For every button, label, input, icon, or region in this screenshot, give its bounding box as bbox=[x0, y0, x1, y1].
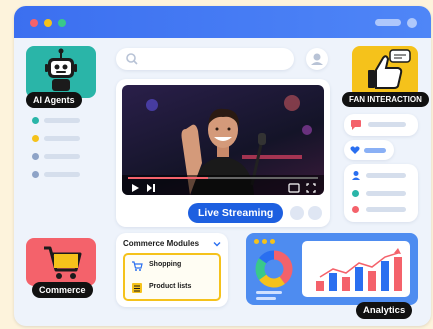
list-bullet bbox=[32, 117, 39, 124]
chart-bar bbox=[329, 273, 337, 291]
analytics-label: Analytics bbox=[356, 302, 413, 319]
chat-bubble-icon bbox=[351, 120, 361, 130]
title-bar bbox=[14, 6, 431, 38]
product-list-icon bbox=[132, 283, 142, 293]
fans-list-card bbox=[344, 164, 418, 222]
titlebar-pill bbox=[375, 19, 401, 26]
module-item-product-lists[interactable]: Product lists bbox=[149, 283, 191, 290]
robot-icon bbox=[45, 48, 77, 91]
video-player[interactable] bbox=[122, 85, 324, 195]
fan-bullet bbox=[352, 190, 359, 197]
progress-track[interactable] bbox=[128, 177, 318, 179]
commerce-tile[interactable] bbox=[26, 238, 96, 286]
legend-bar bbox=[256, 291, 282, 294]
captions-icon[interactable] bbox=[288, 183, 300, 193]
shopping-cart-icon bbox=[44, 246, 82, 279]
list-bar bbox=[44, 172, 80, 177]
bar-chart bbox=[316, 248, 402, 291]
fan-bar bbox=[366, 207, 406, 212]
search-icon bbox=[126, 53, 138, 65]
profile-button[interactable] bbox=[306, 48, 328, 70]
reaction-bar bbox=[364, 148, 386, 153]
donut-slice bbox=[259, 250, 275, 264]
chart-bar bbox=[368, 271, 376, 291]
fan-bar bbox=[366, 191, 406, 196]
list-bullet bbox=[32, 135, 39, 142]
donut-chart bbox=[255, 250, 293, 288]
shopping-icon bbox=[132, 261, 143, 271]
bar-chart-card bbox=[302, 241, 410, 297]
donut-slice bbox=[255, 258, 267, 280]
fullscreen-icon[interactable] bbox=[306, 183, 316, 193]
close-dot[interactable] bbox=[30, 19, 38, 27]
chart-bar bbox=[342, 277, 350, 291]
donut-slice bbox=[273, 250, 293, 284]
fan-bullet bbox=[352, 206, 359, 213]
play-icon[interactable] bbox=[130, 183, 140, 193]
chat-card[interactable] bbox=[344, 114, 418, 136]
commerce-label: Commerce bbox=[32, 282, 93, 298]
list-bar bbox=[44, 136, 80, 141]
maximize-dot[interactable] bbox=[58, 19, 66, 27]
reaction-card[interactable] bbox=[344, 140, 394, 160]
donut-slice bbox=[259, 274, 285, 288]
commerce-modules-title: Commerce Modules bbox=[123, 239, 200, 248]
next-control[interactable] bbox=[308, 206, 322, 220]
panel-dot bbox=[262, 239, 267, 244]
list-bullet bbox=[32, 171, 39, 178]
heart-icon bbox=[350, 146, 360, 154]
live-streaming-button[interactable]: Live Streaming bbox=[188, 203, 284, 223]
chevron-down-icon[interactable] bbox=[213, 240, 221, 248]
trend-arrow bbox=[394, 248, 401, 254]
chart-bar bbox=[316, 281, 324, 291]
ai-agents-tile[interactable] bbox=[26, 46, 96, 98]
video-controls bbox=[122, 175, 324, 195]
thumbs-up-icon bbox=[368, 49, 411, 89]
chart-bar bbox=[355, 267, 363, 291]
commerce-modules-list: Shopping Product lists bbox=[123, 253, 221, 301]
fan-interaction-label: FAN INTERACTION bbox=[342, 92, 429, 107]
legend-bar bbox=[256, 297, 276, 300]
chart-bar bbox=[381, 261, 389, 291]
fan-interaction-tile[interactable] bbox=[352, 46, 418, 98]
titlebar-circle[interactable] bbox=[407, 18, 417, 28]
video-card: Live Streaming bbox=[116, 79, 330, 227]
module-item-shopping[interactable]: Shopping bbox=[149, 261, 181, 268]
skip-next-icon[interactable] bbox=[146, 183, 156, 193]
panel-dot bbox=[270, 239, 275, 244]
panel-dot bbox=[254, 239, 259, 244]
analytics-panel[interactable] bbox=[246, 233, 418, 305]
app-window: AI Agents Live Streaming FAN INTERACTION… bbox=[14, 6, 431, 326]
user-icon bbox=[352, 171, 360, 180]
progress-fill bbox=[128, 177, 208, 179]
list-bar bbox=[44, 118, 80, 123]
chat-bar bbox=[368, 122, 406, 127]
user-icon bbox=[311, 53, 323, 65]
commerce-modules-card: Commerce Modules Shopping Product lists bbox=[116, 233, 228, 307]
fan-bar bbox=[366, 173, 406, 178]
list-bar bbox=[44, 154, 80, 159]
search-bar[interactable] bbox=[116, 48, 294, 70]
list-bullet bbox=[32, 153, 39, 160]
prev-control[interactable] bbox=[290, 206, 304, 220]
chart-bar bbox=[394, 257, 402, 291]
minimize-dot[interactable] bbox=[44, 19, 52, 27]
ai-agents-label: AI Agents bbox=[26, 92, 82, 108]
